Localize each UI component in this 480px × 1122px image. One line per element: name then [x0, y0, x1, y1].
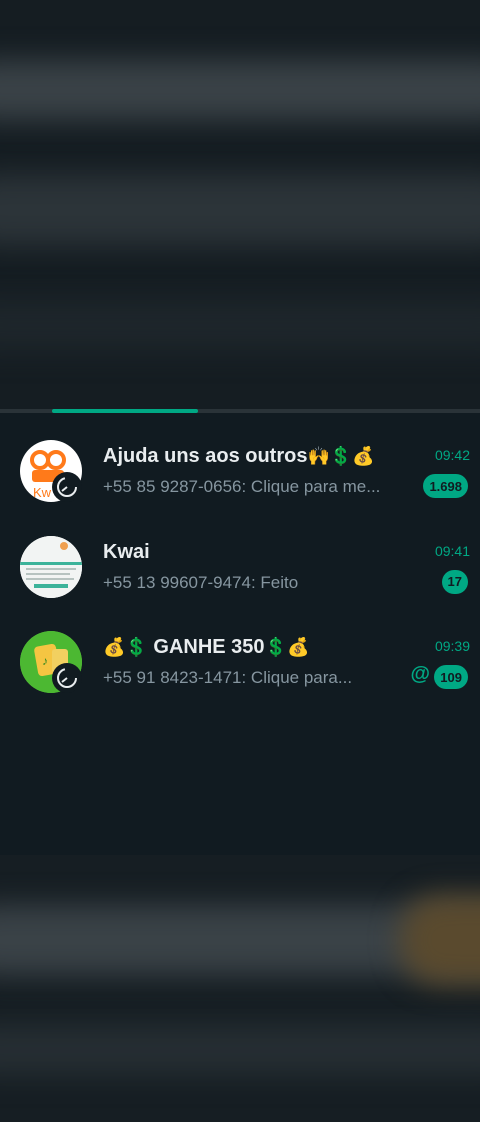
chat-name-emoji: 🙌💲💰	[307, 446, 375, 466]
chat-name: Kwai	[103, 540, 150, 563]
unread-count-badge: 1.698	[423, 474, 468, 498]
chat-row-ganhe[interactable]: ♪ 💰💲 GANHE 350💲💰 +55 91 8423-1471: Cliqu…	[0, 615, 480, 711]
svg-text:♪: ♪	[42, 654, 48, 668]
chat-name-text: Ajuda uns aos outros	[103, 445, 308, 467]
unread-count-badge: 17	[441, 569, 468, 594]
svg-text:Kw: Kw	[33, 485, 52, 500]
chat-name-emoji-suffix: 💲💰	[264, 637, 310, 657]
chat-row-ajuda[interactable]: Kw Ajuda uns aos outros🙌💲💰 +55 85 9287-0…	[0, 424, 480, 520]
chat-preview: +55 91 8423-1471: Clique para...	[103, 668, 353, 687]
blurred-band	[0, 60, 480, 120]
chat-preview: +55 13 99607-9474: Feito	[103, 572, 299, 592]
unread-count-badge: 109	[434, 665, 468, 689]
chat-name: 💰💲 GANHE 350💲💰	[103, 636, 413, 659]
chat-time: 09:39	[434, 638, 470, 654]
status-ring-badge	[52, 663, 82, 693]
chat-row-kwai[interactable]: Kwai +55 13 99607-9474: Feito 09:41 17	[0, 520, 480, 616]
blurred-band	[0, 175, 480, 245]
tab-strip	[0, 409, 480, 413]
active-tab-indicator	[52, 409, 198, 413]
chat-name: Ajuda uns aos outros🙌💲💰	[103, 445, 413, 468]
chat-time: 09:42	[434, 447, 470, 463]
document-thumbnail-icon	[20, 535, 82, 598]
chat-preview: +55 85 9287-0656: Clique para me...	[103, 477, 381, 496]
blurred-band	[0, 1025, 480, 1075]
chat-list: Kw Ajuda uns aos outros🙌💲💰 +55 85 9287-0…	[0, 424, 480, 711]
gauge-icon	[57, 477, 77, 497]
blurred-band	[400, 895, 480, 985]
gauge-icon	[57, 668, 77, 688]
avatar[interactable]	[20, 535, 82, 598]
chat-name-text: GANHE 350	[153, 636, 265, 658]
chat-time: 09:41	[434, 542, 470, 559]
chat-name-emoji-prefix: 💰💲	[103, 637, 148, 657]
mention-icon: @	[410, 663, 430, 685]
blurred-bottom-area	[0, 855, 480, 1122]
blurred-band	[0, 300, 480, 350]
blurred-top-area	[0, 0, 480, 410]
status-ring-badge	[52, 472, 82, 502]
